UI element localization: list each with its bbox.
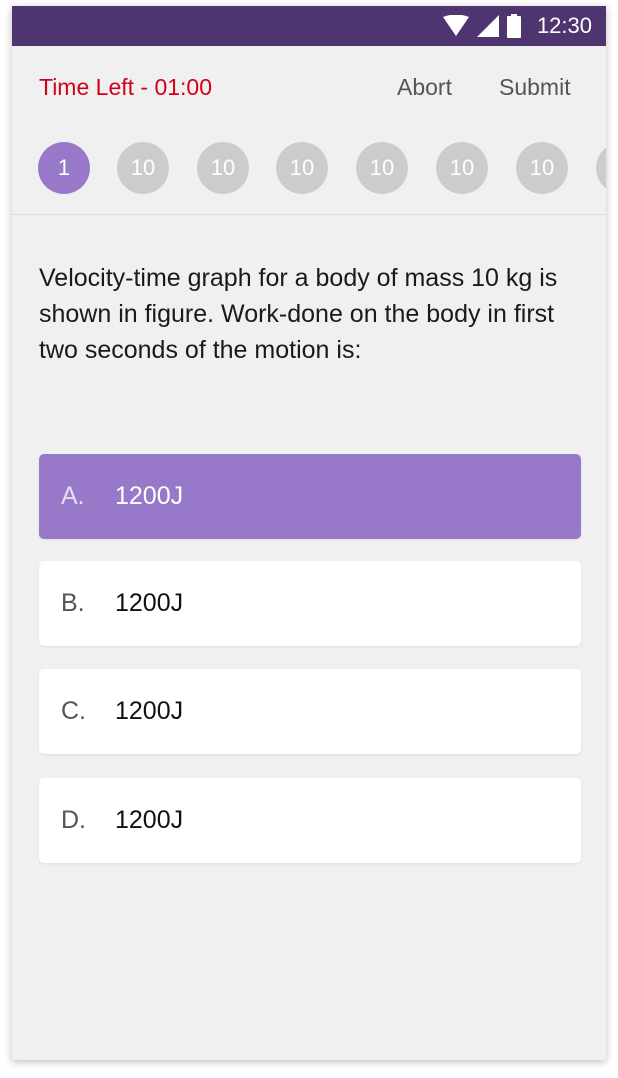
wifi-icon — [442, 15, 469, 36]
question-dot-partial[interactable] — [596, 142, 606, 194]
option-letter: A. — [61, 482, 85, 510]
question-dot[interactable]: 10 — [516, 142, 568, 194]
time-left-label: Time Left - 01:00 — [39, 74, 213, 100]
option-answer: 1200J — [115, 589, 184, 617]
question-text: Velocity-time graph for a body of mass 1… — [39, 264, 558, 364]
status-bar: 12:30 — [12, 6, 606, 46]
option-answer: 1200J — [115, 806, 184, 834]
signal-icon — [476, 15, 499, 37]
quiz-header: Time Left - 01:00 Abort Submit — [12, 46, 606, 130]
option-letter: B. — [61, 589, 85, 617]
battery-icon — [506, 14, 521, 38]
question-dot[interactable]: 10 — [436, 142, 488, 194]
option-c[interactable]: C. 1200J — [39, 669, 581, 754]
submit-button[interactable]: Submit — [499, 74, 571, 101]
option-answer: 1200J — [115, 482, 184, 510]
question-dot-current[interactable]: 1 — [38, 142, 90, 194]
divider — [12, 214, 606, 215]
question-dot[interactable]: 10 — [197, 142, 249, 194]
option-a[interactable]: A. 1200J — [39, 454, 581, 539]
option-b[interactable]: B. 1200J — [39, 561, 581, 646]
status-time: 12:30 — [536, 13, 592, 38]
option-d[interactable]: D. 1200J — [39, 778, 581, 863]
option-answer: 1200J — [115, 697, 184, 725]
option-letter: D. — [61, 806, 86, 834]
question-navigator: 1 10 10 10 10 10 10 — [12, 140, 606, 196]
question-dot[interactable]: 10 — [117, 142, 169, 194]
status-icons: 12:30 — [442, 6, 592, 46]
abort-button[interactable]: Abort — [397, 74, 452, 101]
option-letter: C. — [61, 697, 86, 725]
question-dot[interactable]: 10 — [276, 142, 328, 194]
phone-screen: 12:30 Time Left - 01:00 Abort Submit 1 1… — [12, 6, 606, 1060]
question-dot[interactable]: 10 — [356, 142, 408, 194]
